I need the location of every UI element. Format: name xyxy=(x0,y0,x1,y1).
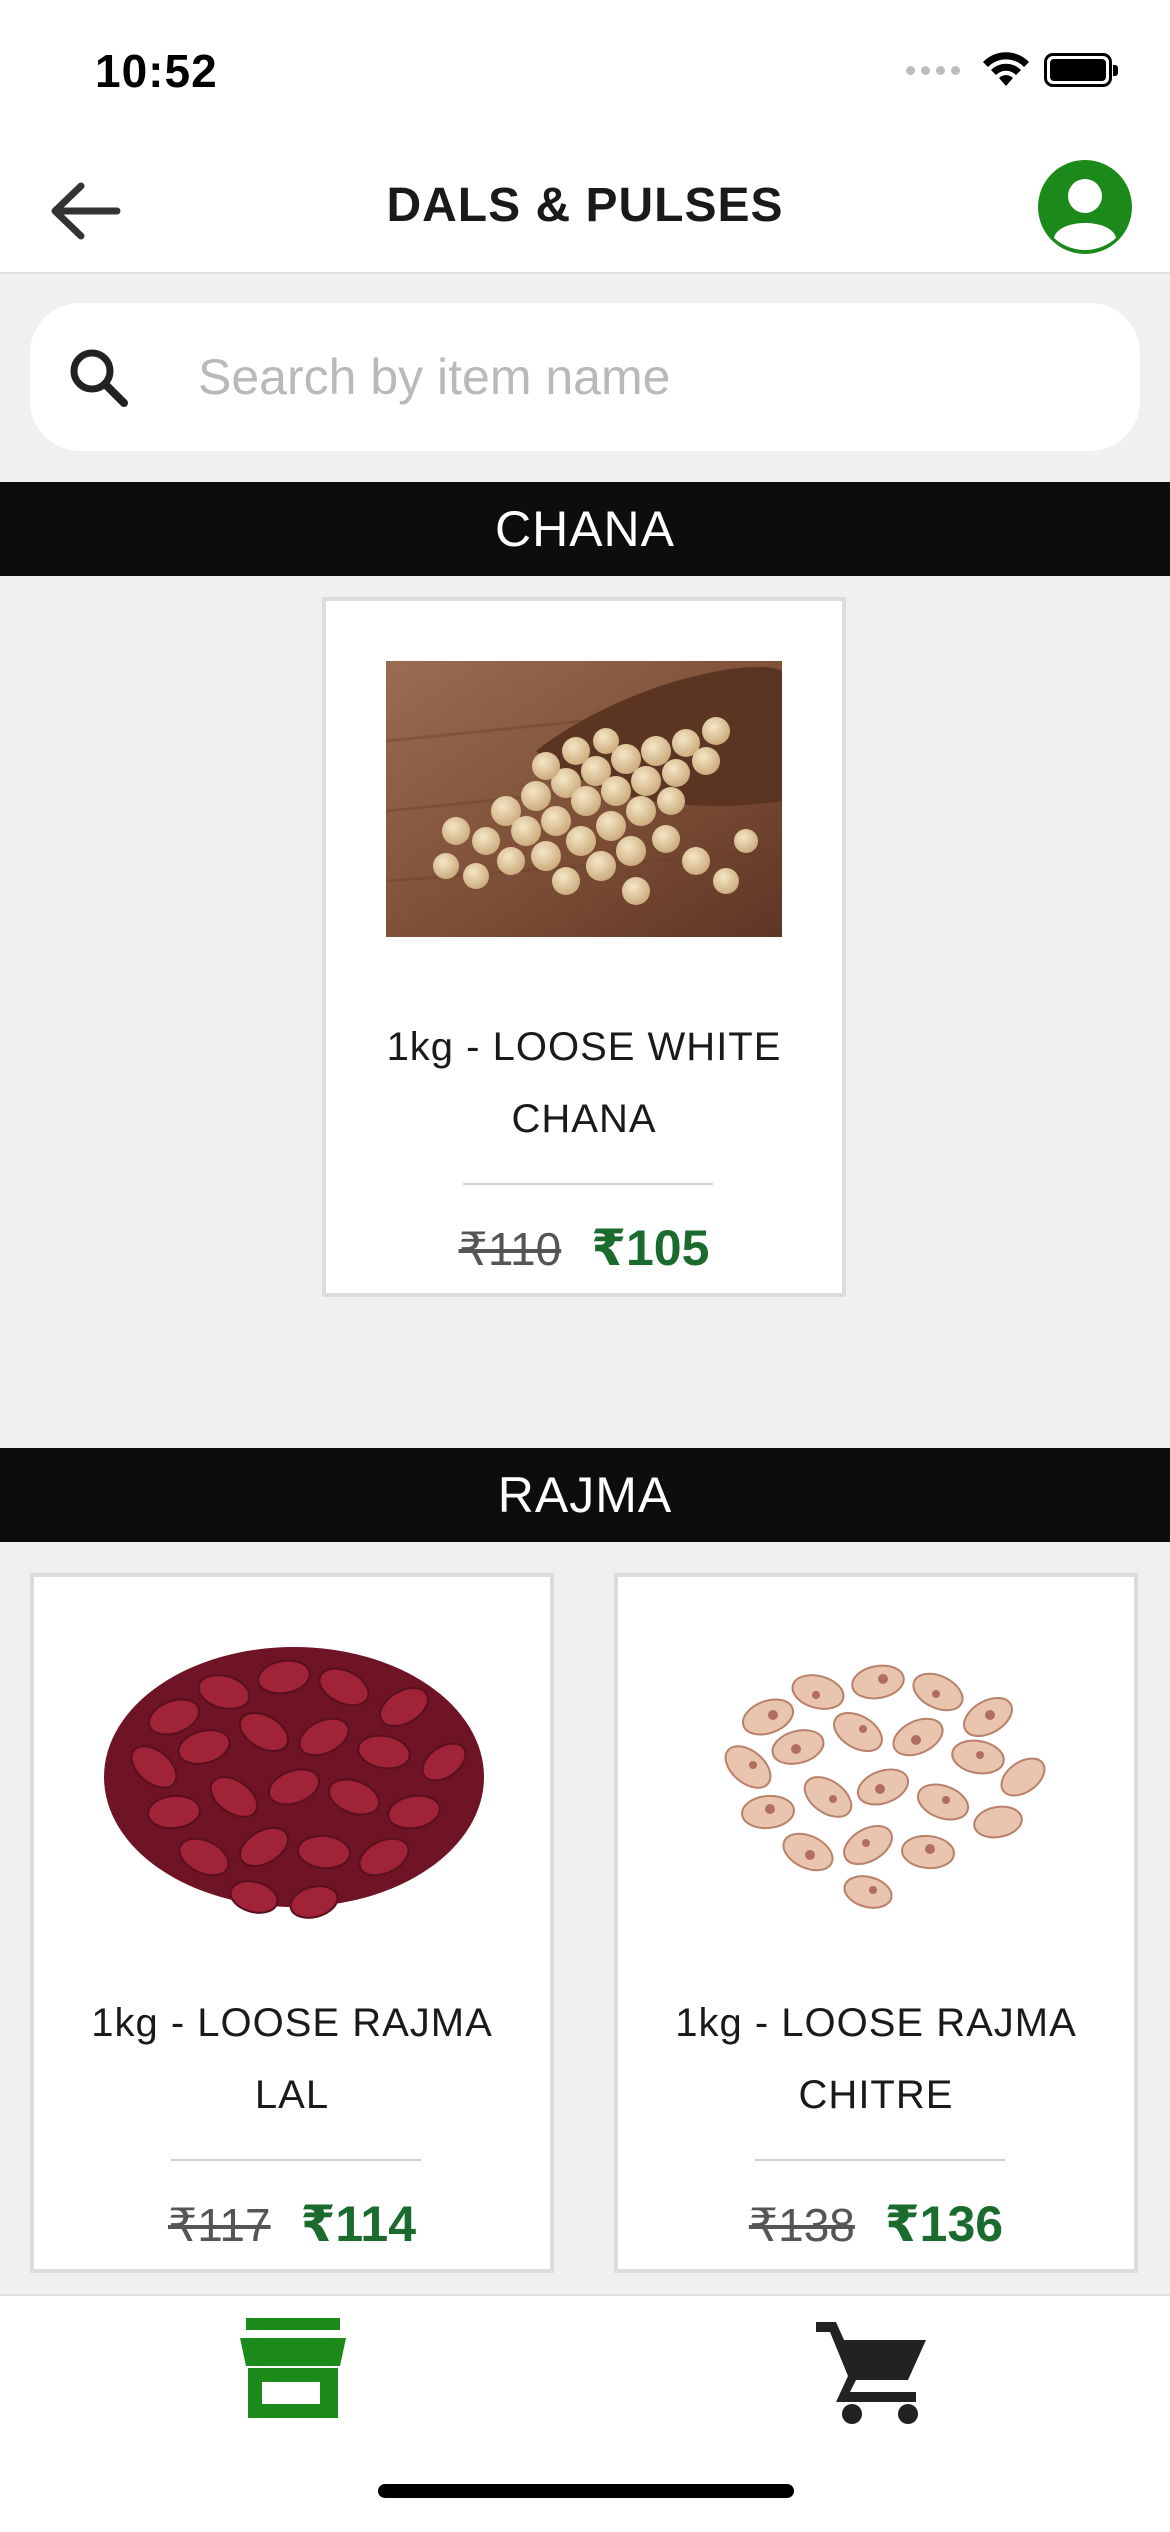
card-divider xyxy=(755,2159,1005,2161)
search-icon xyxy=(70,349,128,407)
product-name: 1kg - LOOSE RAJMA CHITRE xyxy=(675,2001,1077,2117)
cellular-signal-icon xyxy=(906,65,960,75)
wifi-icon xyxy=(983,52,1029,86)
original-price: ₹138 xyxy=(748,2199,855,2251)
card-divider xyxy=(171,2159,421,2161)
category-header-chana: CHANA xyxy=(0,482,1170,576)
app-header: DALS & PULSES xyxy=(0,140,1170,274)
home-indicator xyxy=(378,2484,794,2498)
original-price: ₹117 xyxy=(167,2199,271,2251)
status-icons xyxy=(906,52,1118,88)
original-price: ₹110 xyxy=(458,1223,562,1275)
price-row: ₹138 ₹136 xyxy=(618,2195,1134,2253)
card-divider xyxy=(463,1183,713,1185)
profile-button[interactable] xyxy=(1038,160,1132,254)
battery-icon xyxy=(1044,53,1118,87)
user-avatar-icon xyxy=(1054,179,1116,251)
chana-product-image xyxy=(386,661,782,937)
cart-icon[interactable] xyxy=(812,2314,930,2426)
product-name: 1kg - LOOSE WHITE CHANA xyxy=(386,1025,782,1141)
sale-price: ₹105 xyxy=(591,1220,710,1276)
search-input[interactable] xyxy=(198,337,1078,417)
price-row: ₹110 ₹105 xyxy=(326,1219,842,1277)
search-bar[interactable] xyxy=(30,303,1140,451)
rajma-lal-product-image xyxy=(84,1597,504,1957)
category-header-rajma: RAJMA xyxy=(0,1448,1170,1542)
sale-price: ₹136 xyxy=(884,2196,1004,2252)
price-row: ₹117 ₹114 xyxy=(34,2195,550,2253)
sale-price: ₹114 xyxy=(300,2196,417,2252)
store-icon[interactable] xyxy=(240,2318,346,2418)
product-card[interactable]: 1kg - LOOSE RAJMA CHITRE ₹138 ₹136 xyxy=(614,1573,1138,2273)
product-card[interactable]: 1kg - LOOSE RAJMA LAL ₹117 ₹114 xyxy=(30,1573,554,2273)
rajma-chitre-product-image xyxy=(668,1597,1088,1957)
product-card[interactable]: 1kg - LOOSE WHITE CHANA ₹110 ₹105 xyxy=(322,597,846,1297)
product-name: 1kg - LOOSE RAJMA LAL xyxy=(91,2001,493,2117)
status-time: 10:52 xyxy=(95,45,218,97)
page-title: DALS & PULSES xyxy=(386,179,784,232)
status-bar: 10:52 xyxy=(0,0,1170,140)
